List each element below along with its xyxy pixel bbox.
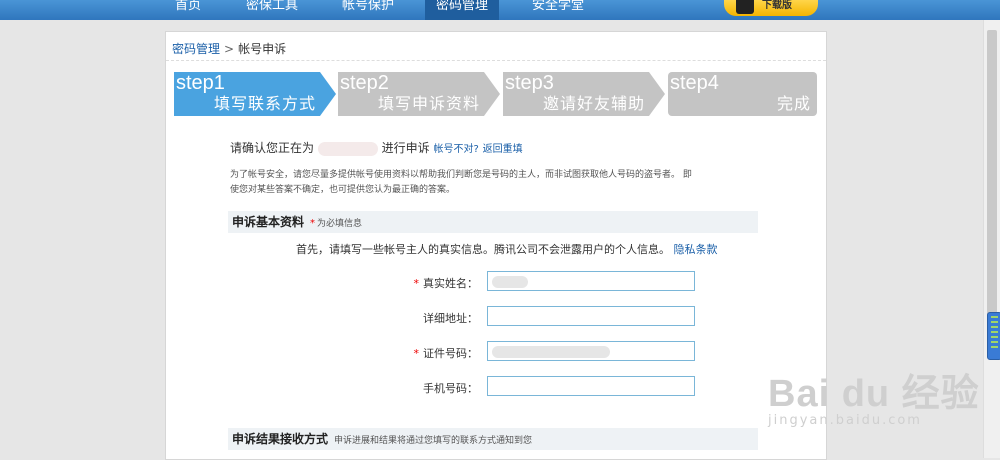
privacy-link[interactable]: 隐私条款 (674, 243, 718, 256)
nav-home[interactable]: 首页 (160, 0, 216, 20)
breadcrumb-parent-link[interactable]: 密码管理 (172, 42, 220, 56)
top-nav-bar: 首页 密保工具 帐号保护 密码管理 安全学堂 下载版 (0, 0, 1000, 20)
step-4-number: step4 (670, 72, 719, 94)
real-name-redacted (492, 276, 528, 288)
section-result-hint: 申诉进展和结果将通过您填写的联系方式通知到您 (334, 436, 533, 446)
reset-link[interactable]: 返回重填 (483, 144, 523, 155)
id-number-label: * 证件号码： (413, 347, 479, 360)
scrollbar[interactable] (983, 20, 1000, 458)
phone-input[interactable] (487, 376, 695, 396)
form-row-phone: 手机号码： (266, 376, 706, 398)
main-card: 密码管理 > 帐号申诉 step1 填写联系方式 step2 填写申诉资料 step… (165, 31, 827, 460)
account-number-redacted (317, 141, 378, 156)
address-label: 详细地址： (423, 312, 478, 325)
nav-password-manage[interactable]: 密码管理 (425, 0, 499, 20)
step-1-label: 填写联系方式 (213, 94, 316, 113)
intro-message: 首先，请填写一些帐号主人的真实信息。腾讯公司不会泄露用户的个人信息。 (296, 243, 670, 256)
baidu-jingyan-watermark: Bai du 经验 jingyan.baidu.com (768, 362, 980, 428)
step-2-number: step2 (340, 72, 389, 94)
confirm-prefix: 请确认您正在为 (230, 141, 315, 155)
wrong-account-link[interactable]: 帐号不对? (434, 144, 479, 155)
phone-icon (736, 0, 754, 14)
step-3: step3 邀请好友辅助 (503, 72, 665, 116)
real-name-label: * 真实姓名： (413, 277, 479, 290)
account-confirm: 请确认您正在为 进行申诉 帐号不对? 返回重填 (230, 139, 523, 156)
breadcrumb-current: 帐号申诉 (238, 42, 287, 56)
id-number-redacted (492, 346, 610, 358)
step-4-label: 完成 (776, 94, 811, 113)
breadcrumb: 密码管理 > 帐号申诉 (172, 40, 286, 57)
step-1-number: step1 (176, 72, 225, 94)
security-notice: 为了帐号安全，请您尽量多提供帐号使用资料以帮助我们判断您是号码的主人，而非试图获… (230, 170, 692, 195)
confirm-suffix: 进行申诉 (381, 141, 430, 155)
step-progress: step1 填写联系方式 step2 填写申诉资料 step3 邀请好友辅助 s… (174, 72, 826, 116)
required-star: * (310, 218, 316, 229)
step-4: step4 完成 (668, 72, 817, 116)
form-row-real-name: * 真实姓名： (266, 271, 706, 293)
breadcrumb-separator: > (224, 42, 235, 56)
section-basic-title: 申诉基本资料 (232, 215, 305, 229)
nav-security-tools[interactable]: 密保工具 (236, 0, 308, 20)
section-basic-info: 申诉基本资料 * 为必填信息 (228, 211, 758, 233)
watermark-main: Bai du 经验 (768, 373, 980, 415)
scroll-thumb[interactable] (987, 30, 997, 320)
phone-label: 手机号码： (423, 382, 478, 395)
form-row-id-number: * 证件号码： (266, 341, 706, 363)
promo-label: 下载版 (762, 0, 792, 11)
step-3-label: 邀请好友辅助 (542, 94, 645, 113)
divider (166, 60, 826, 61)
intro-text: 首先，请填写一些帐号主人的真实信息。腾讯公司不会泄露用户的个人信息。 隐私条款 (296, 241, 718, 257)
step-2-label: 填写申诉资料 (377, 94, 480, 113)
nav-account-protect[interactable]: 帐号保护 (332, 0, 404, 20)
section-result-title: 申诉结果接收方式 (232, 432, 329, 446)
step-2: step2 填写申诉资料 (338, 72, 500, 116)
nav-security-school[interactable]: 安全学堂 (520, 0, 596, 20)
side-widget-icon[interactable] (987, 312, 1000, 360)
required-hint: 为必填信息 (317, 219, 363, 229)
form-row-address: 详细地址： (266, 306, 706, 328)
download-promo[interactable]: 下载版 (724, 0, 818, 16)
address-input[interactable] (487, 306, 695, 326)
step-1: step1 填写联系方式 (174, 72, 336, 116)
step-3-number: step3 (505, 72, 554, 94)
section-result-method: 申诉结果接收方式 申诉进展和结果将通过您填写的联系方式通知到您 (228, 428, 758, 450)
